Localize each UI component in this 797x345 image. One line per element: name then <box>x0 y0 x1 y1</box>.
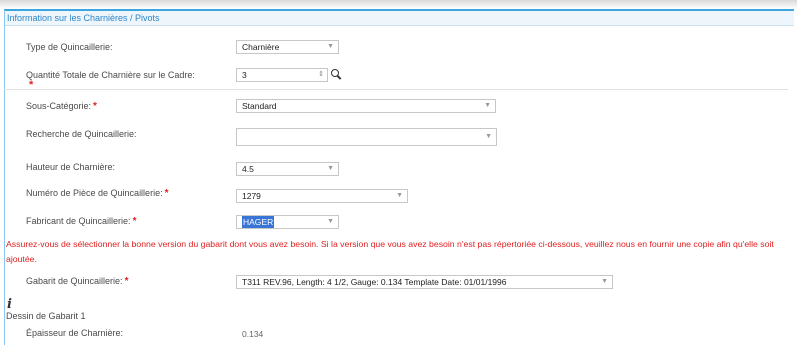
gabarit-value: T311 REV.96, Length: 4 1/2, Gauge: 0.134… <box>242 277 507 287</box>
hauteur-value: 4.5 <box>242 164 254 174</box>
type-quincaillerie-label: Type de Quincaillerie: <box>26 42 113 52</box>
quantite-totale-input[interactable]: 3 ⇕ <box>236 68 328 82</box>
gabarit-select[interactable]: T311 REV.96, Length: 4 1/2, Gauge: 0.134… <box>236 275 613 289</box>
info-icon[interactable]: i <box>7 297 12 312</box>
numero-piece-select[interactable]: 1279 ▼ <box>236 189 408 203</box>
section-divider <box>4 89 788 90</box>
recherche-select[interactable]: ▼ <box>236 128 497 146</box>
chevron-down-icon: ▼ <box>327 165 334 172</box>
hinge-info-panel: Information sur les Charnières / Pivots <box>4 9 794 345</box>
template-warning-text: Assurez-vous de sélectionner la bonne ve… <box>6 239 774 264</box>
recherche-label: Recherche de Quincaillerie: <box>26 129 137 139</box>
numero-piece-label: Numéro de Pièce de Quincaillerie: * <box>26 188 169 199</box>
type-quincaillerie-select[interactable]: Charnière ▼ <box>236 40 339 54</box>
fabricant-select[interactable]: HAGER ▼ <box>236 215 339 229</box>
hauteur-label: Hauteur de Charnière: <box>26 162 116 172</box>
chevron-down-icon: ▼ <box>396 192 403 199</box>
chevron-down-icon: ▼ <box>601 278 608 285</box>
chevron-down-icon: ▼ <box>327 218 334 225</box>
panel-header: Information sur les Charnières / Pivots <box>5 11 794 26</box>
sous-categorie-label: Sous-Catégorie: * <box>26 101 97 112</box>
dessin-gabarit-label: Dessin de Gabarit 1 <box>6 311 86 321</box>
fabricant-value: HAGER <box>242 216 275 228</box>
epaisseur-value: 0.134 <box>242 329 264 339</box>
quantite-totale-label: Quantité Totale de Charnière sur le Cadr… <box>26 70 195 80</box>
sous-categorie-value: Standard <box>242 101 277 111</box>
fabricant-label: Fabricant de Quincaillerie: * <box>26 216 137 227</box>
window-top-shadow <box>0 0 797 9</box>
panel-title: Information sur les Charnières / Pivots <box>7 13 160 23</box>
stepper-icon[interactable]: ⇕ <box>318 69 324 81</box>
search-icon[interactable] <box>331 69 339 77</box>
type-quincaillerie-value: Charnière <box>242 42 280 52</box>
chevron-down-icon: ▼ <box>484 102 491 109</box>
quantite-totale-value: 3 <box>242 70 247 80</box>
numero-piece-value: 1279 <box>242 191 261 201</box>
chevron-down-icon: ▼ <box>327 43 334 50</box>
hauteur-select[interactable]: 4.5 ▼ <box>236 162 339 176</box>
chevron-down-icon: ▼ <box>485 133 492 140</box>
epaisseur-label: Épaisseur de Charnière: <box>26 328 124 338</box>
sous-categorie-select[interactable]: Standard ▼ <box>236 99 496 113</box>
gabarit-label: Gabarit de Quincaillerie: * <box>26 276 129 287</box>
